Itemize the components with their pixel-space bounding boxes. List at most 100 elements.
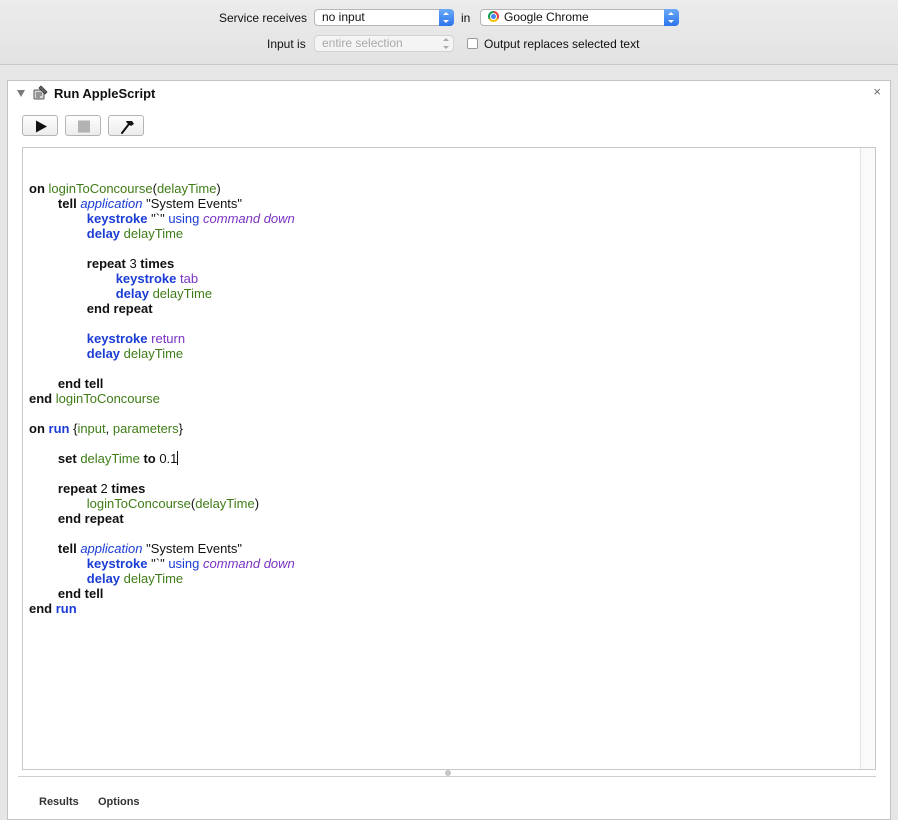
hammer-icon	[121, 121, 134, 134]
code-token-parameter-name: command down	[203, 211, 295, 226]
application-value: Google Chrome	[504, 10, 589, 24]
code-token-enum-value: return	[151, 331, 186, 346]
code-line: delay delayTime	[29, 226, 183, 241]
tab-results[interactable]: Results	[39, 796, 79, 808]
code-token-identifier: delayTime	[123, 571, 184, 586]
code-token-plain-text: }	[178, 421, 183, 436]
code-token-command: delay	[86, 346, 121, 361]
code-line: delay delayTime	[29, 571, 183, 586]
close-action-icon[interactable]: ×	[873, 84, 881, 100]
stop-button[interactable]	[65, 115, 101, 136]
code-token-keyword: to	[143, 451, 156, 466]
input-is-popup[interactable]: entire selection	[314, 35, 454, 52]
code-token-command: keystroke	[86, 331, 148, 346]
code-token-plain-text	[29, 511, 58, 526]
code-token-plain-text	[29, 226, 87, 241]
code-token-plain-text	[29, 196, 58, 211]
code-line: end repeat	[29, 511, 124, 526]
code-token-keyword: on	[29, 421, 45, 436]
popup-stepper-icon	[439, 9, 454, 26]
code-token-command: delay	[115, 286, 149, 301]
code-line: tell application "System Events"	[29, 196, 242, 211]
code-token-command: run	[55, 601, 77, 616]
application-popup[interactable]: Google Chrome	[480, 9, 679, 26]
code-token-plain-text	[29, 346, 87, 361]
output-replaces-checkbox[interactable]	[467, 38, 478, 49]
code-line: delay delayTime	[29, 286, 212, 301]
code-token-command: delay	[86, 571, 121, 586]
code-token-plain-text: "System Events"	[142, 541, 243, 556]
code-line: keystroke tab	[29, 271, 198, 286]
code-line: repeat 2 times	[29, 481, 145, 496]
code-token-keyword: times	[111, 481, 146, 496]
splitter-handle-icon[interactable]	[445, 770, 451, 776]
run-button[interactable]	[22, 115, 58, 136]
input-is-value: entire selection	[322, 36, 403, 50]
code-token-plain-text	[29, 451, 58, 466]
chrome-icon	[488, 11, 499, 22]
code-token-plain-text: "`"	[147, 211, 169, 226]
code-line: tell application "System Events"	[29, 541, 242, 556]
code-token-plain-text: )	[254, 496, 260, 511]
code-line: end loginToConcourse	[29, 391, 160, 406]
code-token-identifier: delayTime	[156, 181, 217, 196]
code-token-parameter-label: using	[168, 556, 200, 571]
code-token-identifier: delayTime	[80, 451, 140, 466]
service-receives-popup[interactable]: no input	[314, 9, 454, 26]
code-line: set delayTime to 0.1	[29, 451, 179, 466]
disclosure-triangle-icon[interactable]	[17, 90, 25, 97]
code-token-plain-text: 0.1	[155, 451, 178, 466]
code-line: end tell	[29, 376, 104, 391]
code-token-enum-value: tab	[180, 271, 199, 286]
output-replaces-label: Output replaces selected text	[484, 37, 640, 51]
code-token-parameter-label: using	[168, 211, 200, 226]
tab-options[interactable]: Options	[98, 796, 140, 808]
code-line: keystroke "`" using command down	[29, 556, 295, 571]
code-line: on run {input, parameters}	[29, 421, 183, 436]
code-line: end run	[29, 601, 77, 616]
code-token-command: run	[48, 421, 70, 436]
input-is-label: Input is	[267, 37, 306, 51]
code-token-plain-text	[29, 541, 58, 556]
code-token-keyword: end repeat	[86, 301, 153, 316]
code-token-identifier: parameters	[112, 421, 179, 436]
code-token-plain-text	[29, 301, 87, 316]
play-icon	[36, 120, 47, 133]
code-token-keyword: on	[29, 181, 45, 196]
code-token-plain-text: 3	[125, 256, 141, 271]
code-token-identifier: loginToConcourse	[55, 391, 160, 406]
code-token-plain-text	[29, 376, 58, 391]
code-token-command: keystroke	[115, 271, 177, 286]
code-line: end repeat	[29, 301, 153, 316]
code-token-keyword: times	[140, 256, 175, 271]
popup-stepper-icon	[664, 9, 679, 26]
in-label: in	[461, 11, 471, 25]
code-token-plain-text	[29, 571, 87, 586]
code-token-keyword: end tell	[57, 376, 104, 391]
code-line: keystroke "`" using command down	[29, 211, 295, 226]
code-token-plain-text: )	[216, 181, 221, 196]
pane-splitter[interactable]	[18, 776, 876, 777]
code-line: on loginToConcourse(delayTime)	[29, 181, 221, 196]
code-token-keyword: end	[29, 601, 53, 616]
code-line: end tell	[29, 586, 104, 601]
code-token-plain-text	[29, 211, 87, 226]
code-token-plain-text: "System Events"	[142, 196, 243, 211]
editor-scrollbar[interactable]	[860, 148, 875, 769]
code-token-identifier: delayTime	[123, 226, 184, 241]
script-editor[interactable]: on loginToConcourse(delayTime) tell appl…	[22, 147, 876, 770]
code-token-plain-text	[29, 286, 116, 301]
compile-button[interactable]	[108, 115, 144, 136]
service-receives-value: no input	[322, 10, 365, 24]
code-line: loginToConcourse(delayTime)	[29, 496, 259, 511]
code-line: delay delayTime	[29, 346, 183, 361]
code-token-plain-text: 2	[96, 481, 112, 496]
stop-icon	[78, 120, 90, 133]
code-line: keystroke return	[29, 331, 185, 346]
script-code[interactable]: on loginToConcourse(delayTime) tell appl…	[29, 181, 295, 616]
code-token-keyword: end repeat	[57, 511, 124, 526]
code-token-identifier: delayTime	[195, 496, 255, 511]
service-settings-bar: Service receives no input in Google Chro…	[0, 0, 898, 65]
text-caret	[177, 451, 179, 465]
code-token-plain-text: ,	[105, 421, 113, 436]
